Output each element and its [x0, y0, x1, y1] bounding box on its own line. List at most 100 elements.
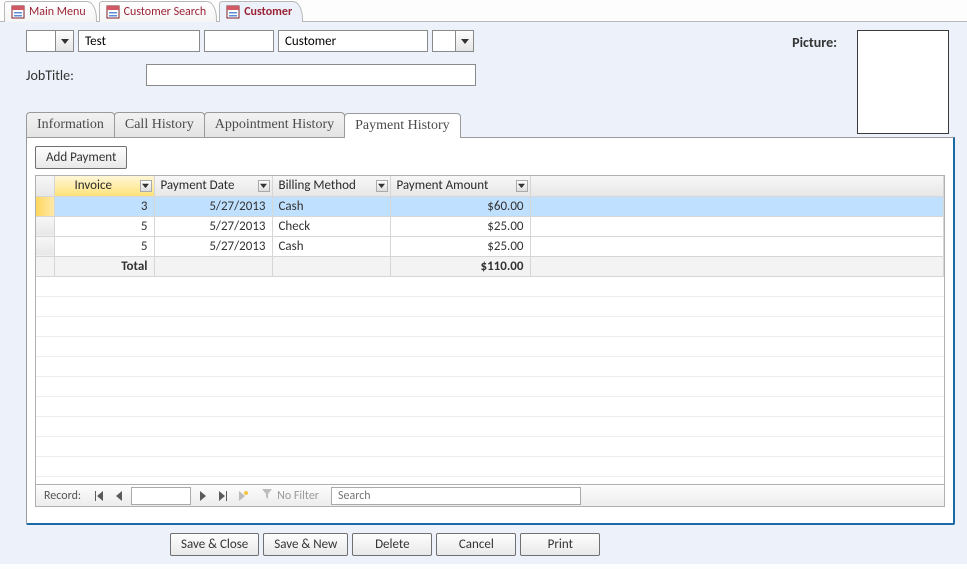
total-amount: $110.00 [390, 256, 530, 276]
title-combo-value [27, 31, 55, 51]
cell-spacer [530, 256, 944, 276]
add-payment-button[interactable]: Add Payment [35, 146, 127, 169]
record-number-box[interactable] [131, 487, 191, 505]
record-navigator: Record: No Filter [36, 484, 944, 506]
total-label: Total [54, 256, 154, 276]
tab-customer[interactable]: Customer [219, 1, 303, 22]
jobtitle-field[interactable] [146, 64, 476, 86]
first-name-input[interactable] [83, 33, 195, 49]
table-row[interactable]: 5 5/27/2013 Cash $25.00 [36, 236, 944, 256]
no-filter-indicator[interactable]: No Filter [253, 488, 327, 504]
picture-wrap: Picture: [792, 30, 949, 134]
column-label: Payment Amount [397, 178, 489, 193]
inner-tabs-wrap: Information Call History Appointment His… [26, 112, 955, 525]
tab-customer-search[interactable]: Customer Search [99, 1, 218, 22]
nav-last-button[interactable] [213, 486, 233, 506]
delete-button[interactable]: Delete [352, 533, 432, 556]
cell-spacer [530, 216, 944, 236]
tab-payment-history[interactable]: Payment History [344, 113, 461, 138]
picture-box[interactable] [857, 30, 949, 134]
suffix-combo-value [433, 31, 455, 51]
table-total-row: Total $110.00 [36, 256, 944, 276]
name-line [26, 30, 474, 52]
column-menu-button[interactable] [376, 180, 388, 192]
record-number-input[interactable] [132, 488, 190, 504]
cell-method[interactable]: Cash [272, 236, 390, 256]
print-button[interactable]: Print [520, 533, 600, 556]
cell-amount[interactable]: $60.00 [390, 196, 530, 216]
cell-spacer [530, 236, 944, 256]
form-icon [106, 5, 120, 19]
chevron-down-icon[interactable] [455, 31, 473, 51]
payments-table: Invoice Payment Date Billing Method [36, 176, 944, 277]
bottom-button-bar: Save & Close Save & New Delete Cancel Pr… [0, 525, 967, 564]
nav-next-button[interactable] [193, 486, 213, 506]
form-icon [226, 5, 240, 19]
middle-name-field[interactable] [204, 30, 274, 52]
tab-label: Customer Search [124, 5, 207, 19]
chevron-down-icon[interactable] [55, 31, 73, 51]
column-label: Invoice [61, 178, 112, 193]
cell-invoice[interactable]: 3 [54, 196, 154, 216]
payments-grid: Invoice Payment Date Billing Method [35, 175, 945, 507]
cell-empty [154, 256, 272, 276]
last-name-field[interactable] [278, 30, 428, 52]
table-header-row: Invoice Payment Date Billing Method [36, 176, 944, 196]
tab-call-history[interactable]: Call History [114, 112, 205, 137]
cell-method[interactable]: Cash [272, 196, 390, 216]
cell-date[interactable]: 5/27/2013 [154, 236, 272, 256]
cancel-button[interactable]: Cancel [436, 533, 516, 556]
table-row[interactable]: 3 5/27/2013 Cash $60.00 [36, 196, 944, 216]
tab-label: Customer [244, 5, 292, 19]
column-spacer [530, 176, 944, 196]
jobtitle-input[interactable] [147, 65, 475, 85]
cell-invoice[interactable]: 5 [54, 216, 154, 236]
tab-information[interactable]: Information [26, 112, 115, 137]
column-menu-button[interactable] [140, 180, 152, 192]
suffix-combo[interactable] [432, 30, 474, 52]
cell-date[interactable]: 5/27/2013 [154, 196, 272, 216]
last-name-input[interactable] [283, 33, 423, 49]
column-label: Billing Method [279, 178, 356, 193]
payment-history-pane: Add Payment Invoice [26, 137, 955, 525]
column-menu-button[interactable] [516, 180, 528, 192]
form-area: JobTitle: Picture: Information Call Hist… [0, 22, 967, 564]
record-search-box[interactable] [331, 487, 581, 505]
column-billing-method[interactable]: Billing Method [272, 176, 390, 196]
nav-new-button[interactable] [233, 486, 253, 506]
cell-amount[interactable]: $25.00 [390, 236, 530, 256]
table-row[interactable]: 5 5/27/2013 Check $25.00 [36, 216, 944, 236]
cell-empty [272, 256, 390, 276]
cell-spacer [530, 196, 944, 216]
first-name-field[interactable] [78, 30, 200, 52]
record-search-input[interactable] [336, 488, 576, 504]
row-selector[interactable] [36, 236, 54, 256]
record-label: Record: [36, 489, 89, 503]
cell-invoice[interactable]: 5 [54, 236, 154, 256]
cell-amount[interactable]: $25.00 [390, 216, 530, 236]
title-combo[interactable] [26, 30, 74, 52]
nav-first-button[interactable] [89, 486, 109, 506]
tab-appointment-history[interactable]: Appointment History [204, 112, 345, 137]
column-payment-date[interactable]: Payment Date [154, 176, 272, 196]
nav-prev-button[interactable] [109, 486, 129, 506]
jobtitle-label: JobTitle: [26, 67, 146, 84]
row-selector[interactable] [36, 196, 54, 216]
save-close-button[interactable]: Save & Close [170, 533, 259, 556]
cell-date[interactable]: 5/27/2013 [154, 216, 272, 236]
column-invoice[interactable]: Invoice [54, 176, 154, 196]
select-all-corner[interactable] [36, 176, 54, 196]
picture-label: Picture: [792, 34, 837, 134]
row-selector [36, 256, 54, 276]
column-label: Payment Date [161, 178, 235, 193]
column-payment-amount[interactable]: Payment Amount [390, 176, 530, 196]
funnel-icon [261, 488, 273, 504]
column-menu-button[interactable] [258, 180, 270, 192]
save-new-button[interactable]: Save & New [263, 533, 348, 556]
form-icon [11, 5, 25, 19]
middle-name-input[interactable] [209, 33, 269, 49]
document-tabs: Main Menu Customer Search Customer [0, 0, 967, 22]
tab-main-menu[interactable]: Main Menu [4, 1, 97, 22]
row-selector[interactable] [36, 216, 54, 236]
cell-method[interactable]: Check [272, 216, 390, 236]
